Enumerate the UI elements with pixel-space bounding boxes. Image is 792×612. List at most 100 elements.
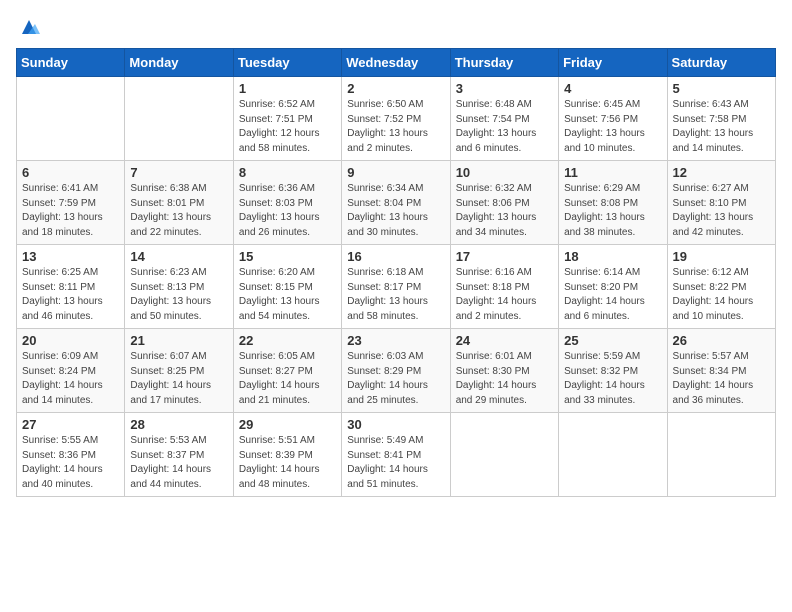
- day-number: 14: [130, 249, 227, 264]
- calendar-cell: 27 Sunrise: 5:55 AM Sunset: 8:36 PM Dayli…: [17, 413, 125, 497]
- day-info: Sunrise: 5:55 AM Sunset: 8:36 PM Dayligh…: [22, 434, 119, 492]
- weekday-saturday: Saturday: [667, 49, 775, 77]
- calendar-cell: 16Sunrise: 6:18 AM Sunset: 8:17 PM Dayli…: [342, 245, 450, 329]
- day-info: Sunrise: 6:38 AM Sunset: 8:01 PM Dayligh…: [130, 182, 227, 240]
- calendar-cell: 10Sunrise: 6:32 AM Sunset: 8:06 PM Dayli…: [450, 161, 558, 245]
- calendar-cell: [559, 413, 667, 497]
- day-info: Sunrise: 6:09 AM Sunset: 8:24 PM Dayligh…: [22, 350, 119, 408]
- day-number: 30: [347, 417, 444, 432]
- calendar-cell: 13 Sunrise: 6:25 AM Sunset: 8:11 PM Dayli…: [17, 245, 125, 329]
- day-number: 1: [239, 81, 336, 96]
- day-info: Sunrise: 6:36 AM Sunset: 8:03 PM Dayligh…: [239, 182, 336, 240]
- calendar-cell: 28Sunrise: 5:53 AM Sunset: 8:37 PM Dayli…: [125, 413, 233, 497]
- calendar-cell: 8Sunrise: 6:36 AM Sunset: 8:03 PM Daylig…: [233, 161, 341, 245]
- day-info: Sunrise: 6:20 AM Sunset: 8:15 PM Dayligh…: [239, 266, 336, 324]
- day-number: 29: [239, 417, 336, 432]
- day-info: Sunrise: 5:51 AM Sunset: 8:39 PM Dayligh…: [239, 434, 336, 492]
- calendar-cell: 22 Sunrise: 6:05 AM Sunset: 8:27 PM Dayli…: [233, 329, 341, 413]
- logo-icon: [18, 16, 40, 38]
- calendar-table: SundayMondayTuesdayWednesdayThursdayFrid…: [16, 48, 776, 497]
- day-number: 7: [130, 165, 227, 180]
- day-number: 11: [564, 165, 661, 180]
- day-number: 22: [239, 333, 336, 348]
- weekday-sunday: Sunday: [17, 49, 125, 77]
- day-number: 10: [456, 165, 553, 180]
- day-info: Sunrise: 6:18 AM Sunset: 8:17 PM Dayligh…: [347, 266, 444, 324]
- day-info: Sunrise: 6:23 AM Sunset: 8:13 PM Dayligh…: [130, 266, 227, 324]
- day-number: 13: [22, 249, 119, 264]
- calendar-cell: 1Sunrise: 6:52 AM Sunset: 7:51 PM Daylig…: [233, 77, 341, 161]
- day-info: Sunrise: 6:12 AM Sunset: 8:22 PM Dayligh…: [673, 266, 770, 324]
- week-row-0: 1Sunrise: 6:52 AM Sunset: 7:51 PM Daylig…: [17, 77, 776, 161]
- calendar-cell: 5 Sunrise: 6:43 AM Sunset: 7:58 PM Daylig…: [667, 77, 775, 161]
- calendar-cell: [450, 413, 558, 497]
- day-info: Sunrise: 6:03 AM Sunset: 8:29 PM Dayligh…: [347, 350, 444, 408]
- day-info: Sunrise: 5:57 AM Sunset: 8:34 PM Dayligh…: [673, 350, 770, 408]
- page: SundayMondayTuesdayWednesdayThursdayFrid…: [0, 0, 792, 612]
- calendar-cell: 21 Sunrise: 6:07 AM Sunset: 8:25 PM Dayli…: [125, 329, 233, 413]
- day-number: 26: [673, 333, 770, 348]
- day-number: 21: [130, 333, 227, 348]
- calendar-cell: 18 Sunrise: 6:14 AM Sunset: 8:20 PM Dayli…: [559, 245, 667, 329]
- calendar-cell: 12 Sunrise: 6:27 AM Sunset: 8:10 PM Dayli…: [667, 161, 775, 245]
- calendar-cell: 17Sunrise: 6:16 AM Sunset: 8:18 PM Dayli…: [450, 245, 558, 329]
- day-info: Sunrise: 6:45 AM Sunset: 7:56 PM Dayligh…: [564, 98, 661, 156]
- calendar-cell: 6 Sunrise: 6:41 AM Sunset: 7:59 PM Daylig…: [17, 161, 125, 245]
- calendar-cell: [17, 77, 125, 161]
- day-info: Sunrise: 6:07 AM Sunset: 8:25 PM Dayligh…: [130, 350, 227, 408]
- calendar-cell: 3 Sunrise: 6:48 AM Sunset: 7:54 PM Daylig…: [450, 77, 558, 161]
- calendar-cell: 9Sunrise: 6:34 AM Sunset: 8:04 PM Daylig…: [342, 161, 450, 245]
- weekday-monday: Monday: [125, 49, 233, 77]
- day-number: 19: [673, 249, 770, 264]
- day-info: Sunrise: 6:43 AM Sunset: 7:58 PM Dayligh…: [673, 98, 770, 156]
- calendar-cell: 26 Sunrise: 5:57 AM Sunset: 8:34 PM Dayli…: [667, 329, 775, 413]
- day-info: Sunrise: 6:25 AM Sunset: 8:11 PM Dayligh…: [22, 266, 119, 324]
- header: [16, 16, 776, 38]
- day-number: 4: [564, 81, 661, 96]
- calendar-cell: 2 Sunrise: 6:50 AM Sunset: 7:52 PM Daylig…: [342, 77, 450, 161]
- day-info: Sunrise: 6:48 AM Sunset: 7:54 PM Dayligh…: [456, 98, 553, 156]
- weekday-header-row: SundayMondayTuesdayWednesdayThursdayFrid…: [17, 49, 776, 77]
- day-number: 5: [673, 81, 770, 96]
- day-info: Sunrise: 5:49 AM Sunset: 8:41 PM Dayligh…: [347, 434, 444, 492]
- calendar-cell: 20Sunrise: 6:09 AM Sunset: 8:24 PM Dayli…: [17, 329, 125, 413]
- calendar-cell: 23 Sunrise: 6:03 AM Sunset: 8:29 PM Dayli…: [342, 329, 450, 413]
- weekday-friday: Friday: [559, 49, 667, 77]
- day-number: 15: [239, 249, 336, 264]
- day-number: 12: [673, 165, 770, 180]
- day-number: 2: [347, 81, 444, 96]
- week-row-2: 13 Sunrise: 6:25 AM Sunset: 8:11 PM Dayli…: [17, 245, 776, 329]
- day-number: 28: [130, 417, 227, 432]
- day-number: 23: [347, 333, 444, 348]
- calendar-cell: 15 Sunrise: 6:20 AM Sunset: 8:15 PM Dayli…: [233, 245, 341, 329]
- calendar-cell: 14 Sunrise: 6:23 AM Sunset: 8:13 PM Dayli…: [125, 245, 233, 329]
- day-number: 25: [564, 333, 661, 348]
- day-info: Sunrise: 6:01 AM Sunset: 8:30 PM Dayligh…: [456, 350, 553, 408]
- calendar-cell: 7 Sunrise: 6:38 AM Sunset: 8:01 PM Daylig…: [125, 161, 233, 245]
- day-number: 3: [456, 81, 553, 96]
- day-number: 6: [22, 165, 119, 180]
- day-info: Sunrise: 6:05 AM Sunset: 8:27 PM Dayligh…: [239, 350, 336, 408]
- day-number: 24: [456, 333, 553, 348]
- calendar-cell: [667, 413, 775, 497]
- day-info: Sunrise: 5:59 AM Sunset: 8:32 PM Dayligh…: [564, 350, 661, 408]
- calendar-cell: 29 Sunrise: 5:51 AM Sunset: 8:39 PM Dayli…: [233, 413, 341, 497]
- week-row-4: 27 Sunrise: 5:55 AM Sunset: 8:36 PM Dayli…: [17, 413, 776, 497]
- day-info: Sunrise: 6:27 AM Sunset: 8:10 PM Dayligh…: [673, 182, 770, 240]
- week-row-3: 20Sunrise: 6:09 AM Sunset: 8:24 PM Dayli…: [17, 329, 776, 413]
- calendar-cell: 11 Sunrise: 6:29 AM Sunset: 8:08 PM Dayli…: [559, 161, 667, 245]
- day-info: Sunrise: 6:41 AM Sunset: 7:59 PM Dayligh…: [22, 182, 119, 240]
- day-number: 18: [564, 249, 661, 264]
- day-number: 27: [22, 417, 119, 432]
- calendar-cell: 30 Sunrise: 5:49 AM Sunset: 8:41 PM Dayli…: [342, 413, 450, 497]
- day-info: Sunrise: 6:29 AM Sunset: 8:08 PM Dayligh…: [564, 182, 661, 240]
- weekday-wednesday: Wednesday: [342, 49, 450, 77]
- logo: [16, 16, 40, 38]
- weekday-thursday: Thursday: [450, 49, 558, 77]
- calendar-cell: 4 Sunrise: 6:45 AM Sunset: 7:56 PM Daylig…: [559, 77, 667, 161]
- day-info: Sunrise: 6:14 AM Sunset: 8:20 PM Dayligh…: [564, 266, 661, 324]
- calendar-cell: 24 Sunrise: 6:01 AM Sunset: 8:30 PM Dayli…: [450, 329, 558, 413]
- week-row-1: 6 Sunrise: 6:41 AM Sunset: 7:59 PM Daylig…: [17, 161, 776, 245]
- day-info: Sunrise: 6:50 AM Sunset: 7:52 PM Dayligh…: [347, 98, 444, 156]
- day-number: 17: [456, 249, 553, 264]
